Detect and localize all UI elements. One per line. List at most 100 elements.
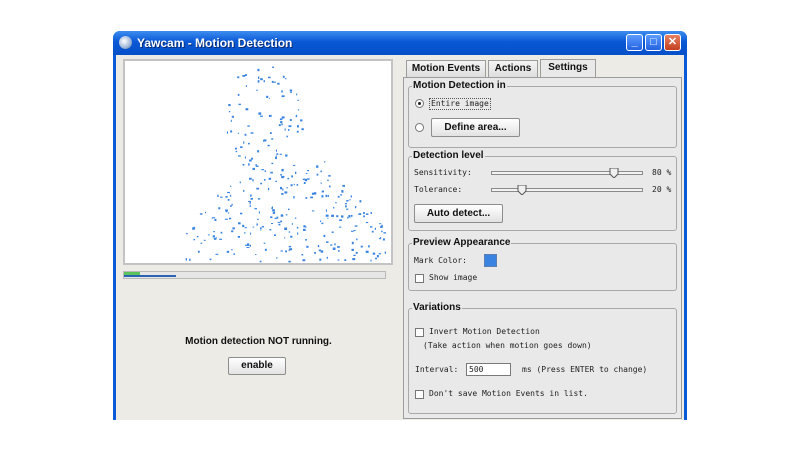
settings-panel: Motion Detection in Entire image Define … bbox=[403, 77, 682, 419]
motion-mark bbox=[346, 200, 349, 202]
sensitivity-slider-thumb[interactable] bbox=[609, 168, 619, 178]
motion-mark bbox=[349, 199, 351, 201]
sensitivity-label: Sensitivity: bbox=[414, 168, 472, 177]
motion-mark bbox=[185, 258, 187, 261]
motion-mark bbox=[227, 131, 228, 134]
motion-mark bbox=[273, 81, 276, 83]
mark-color-swatch[interactable] bbox=[484, 254, 497, 267]
motion-mark bbox=[297, 232, 299, 235]
define-area-radio[interactable] bbox=[415, 123, 424, 132]
motion-mark bbox=[250, 198, 253, 200]
motion-mark bbox=[276, 153, 279, 155]
enable-button[interactable]: enable bbox=[228, 357, 286, 375]
tab-settings[interactable]: Settings bbox=[540, 59, 596, 78]
motion-mark bbox=[302, 259, 306, 262]
motion-mark bbox=[285, 214, 288, 216]
motion-mark bbox=[271, 138, 274, 140]
motion-mark bbox=[290, 91, 292, 93]
motion-mark bbox=[280, 220, 283, 223]
motion-mark bbox=[380, 225, 383, 228]
motion-mark bbox=[344, 203, 348, 205]
tab-motion-events[interactable]: Motion Events bbox=[406, 60, 486, 77]
motion-mark bbox=[263, 139, 265, 142]
minimize-button[interactable]: _ bbox=[626, 34, 643, 51]
entire-image-radio[interactable] bbox=[415, 99, 424, 108]
motion-mark bbox=[326, 241, 329, 243]
tolerance-slider[interactable] bbox=[491, 185, 643, 195]
motion-mark bbox=[291, 223, 293, 225]
motion-mark bbox=[274, 234, 276, 236]
tab-actions[interactable]: Actions bbox=[488, 60, 538, 77]
motion-mark bbox=[279, 118, 283, 121]
group-title: Preview Appearance bbox=[412, 237, 512, 248]
motion-mark bbox=[318, 249, 322, 252]
entire-image-label[interactable]: Entire image bbox=[429, 98, 491, 110]
motion-mark bbox=[248, 163, 250, 166]
motion-mark bbox=[269, 229, 272, 231]
motion-mark bbox=[260, 182, 263, 185]
interval-input[interactable]: 500 bbox=[466, 363, 511, 376]
show-image-checkbox[interactable] bbox=[415, 274, 424, 283]
show-image-label[interactable]: Show image bbox=[429, 273, 477, 282]
motion-mark bbox=[288, 129, 290, 131]
motion-mark bbox=[225, 209, 228, 212]
motion-mark bbox=[228, 212, 230, 214]
motion-mark bbox=[311, 210, 315, 212]
motion-mark bbox=[257, 80, 260, 83]
motion-mark bbox=[257, 198, 261, 200]
motion-mark bbox=[207, 234, 210, 236]
maximize-button[interactable]: □ bbox=[645, 34, 662, 51]
motion-mark bbox=[301, 128, 304, 131]
motion-mark bbox=[358, 213, 362, 215]
motion-mark bbox=[185, 233, 188, 235]
motion-mark bbox=[354, 225, 358, 227]
motion-mark bbox=[341, 190, 344, 191]
invert-motion-label[interactable]: Invert Motion Detection bbox=[429, 327, 540, 336]
motion-level-fill bbox=[124, 275, 177, 277]
motion-mark bbox=[264, 179, 266, 181]
motion-mark bbox=[288, 245, 292, 248]
motion-mark bbox=[303, 182, 306, 184]
invert-motion-checkbox[interactable] bbox=[415, 328, 424, 337]
motion-mark bbox=[217, 194, 219, 197]
motion-mark bbox=[226, 250, 230, 253]
dont-save-events-label[interactable]: Don't save Motion Events in list. bbox=[429, 389, 588, 398]
motion-mark bbox=[229, 217, 232, 220]
dont-save-events-checkbox[interactable] bbox=[415, 390, 424, 399]
motion-mark bbox=[266, 95, 269, 98]
motion-mark bbox=[334, 243, 336, 246]
motion-mark bbox=[344, 259, 347, 261]
define-area-button[interactable]: Define area... bbox=[431, 118, 520, 137]
motion-mark bbox=[331, 214, 334, 217]
motion-mark bbox=[284, 191, 288, 194]
motion-mark bbox=[244, 227, 247, 229]
motion-mark bbox=[238, 103, 241, 106]
motion-mark bbox=[329, 185, 331, 188]
motion-mark bbox=[243, 190, 245, 192]
motion-mark bbox=[321, 190, 324, 193]
motion-mark bbox=[320, 220, 322, 223]
close-button[interactable]: ✕ bbox=[664, 34, 681, 51]
auto-detect-button[interactable]: Auto detect... bbox=[414, 204, 503, 223]
motion-mark bbox=[268, 177, 272, 180]
motion-mark bbox=[203, 239, 206, 241]
motion-mark bbox=[231, 230, 234, 233]
motion-mark bbox=[289, 119, 292, 121]
motion-mark bbox=[286, 135, 288, 138]
tolerance-slider-thumb[interactable] bbox=[517, 185, 527, 195]
motion-mark bbox=[383, 232, 387, 234]
title-bar[interactable]: Yawcam - Motion Detection _ □ ✕ bbox=[113, 31, 687, 55]
motion-mark bbox=[218, 207, 221, 210]
window-title: Yawcam - Motion Detection bbox=[137, 36, 293, 50]
motion-mark bbox=[249, 177, 252, 180]
motion-mark bbox=[380, 237, 382, 239]
motion-mark bbox=[255, 164, 257, 166]
motion-mark bbox=[279, 153, 282, 155]
motion-mark bbox=[252, 226, 255, 228]
sensitivity-slider[interactable] bbox=[491, 168, 643, 178]
motion-mark bbox=[363, 215, 365, 218]
motion-mark bbox=[193, 238, 195, 241]
motion-mark bbox=[246, 247, 250, 248]
motion-mark bbox=[230, 185, 232, 187]
motion-mark bbox=[231, 249, 233, 251]
